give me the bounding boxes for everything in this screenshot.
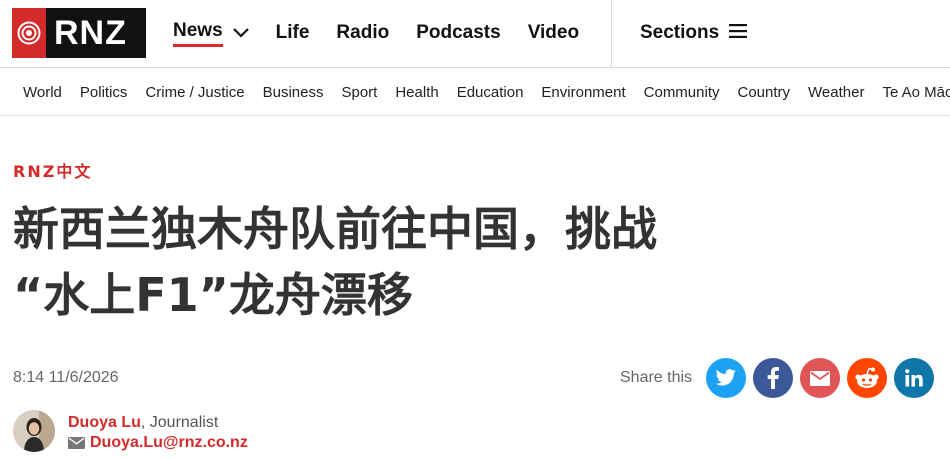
article-headline: 新西兰独木舟队前往中国，挑战 “水上F1”龙舟漂移: [13, 196, 913, 328]
headline-line-1: 新西兰独木舟队前往中国，挑战: [13, 202, 657, 256]
sections-label: Sections: [640, 22, 720, 43]
sub-nav: World Politics Crime / Justice Business …: [0, 69, 950, 116]
subnav-item-health[interactable]: Health: [395, 84, 438, 101]
subnav-item-environment[interactable]: Environment: [541, 84, 625, 101]
hamburger-icon: [729, 22, 748, 44]
subnav-item-country[interactable]: Country: [738, 84, 791, 101]
reddit-icon: [855, 367, 879, 388]
author-role: , Journalist: [140, 414, 219, 431]
chevron-down-icon: [232, 22, 249, 44]
nav-item-podcasts[interactable]: Podcasts: [416, 22, 500, 44]
subnav-item-te-ao-maori[interactable]: Te Ao Māori: [882, 84, 950, 101]
subnav-item-world[interactable]: World: [23, 84, 62, 101]
subnav-item-politics[interactable]: Politics: [80, 84, 128, 101]
header-divider: [611, 0, 612, 68]
share-label: Share this: [620, 369, 693, 386]
nav-item-label: Life: [275, 22, 310, 43]
section-kicker[interactable]: RNZ中文: [13, 158, 92, 182]
linkedin-icon: [905, 369, 923, 387]
author-email-link[interactable]: Duoya.Lu@rnz.co.nz: [68, 434, 248, 452]
subnav-item-weather[interactable]: Weather: [808, 84, 864, 101]
email-icon: [810, 370, 830, 386]
share-facebook-button[interactable]: [753, 358, 793, 398]
facebook-icon: [767, 367, 779, 389]
author-avatar[interactable]: [13, 410, 55, 452]
subnav-item-sport[interactable]: Sport: [341, 84, 377, 101]
share-reddit-button[interactable]: [847, 358, 887, 398]
logo-text: RNZ: [54, 13, 127, 52]
headline-line-2: “水上F1”龙舟漂移: [13, 268, 413, 322]
nav-item-life[interactable]: Life: [276, 22, 310, 44]
nav-item-label: Podcasts: [416, 22, 501, 43]
site-header: RNZ News Life Radio Podcasts Video Secti…: [0, 0, 950, 68]
subnav-item-education[interactable]: Education: [457, 84, 524, 101]
nav-item-radio[interactable]: Radio: [336, 22, 389, 44]
author-email: Duoya.Lu@rnz.co.nz: [90, 434, 248, 451]
author-name[interactable]: Duoya Lu: [68, 414, 141, 431]
subnav-item-crime-justice[interactable]: Crime / Justice: [145, 84, 244, 101]
nav-item-video[interactable]: Video: [528, 22, 579, 44]
nav-item-label: Radio: [336, 22, 390, 43]
sections-menu-button[interactable]: Sections: [640, 0, 748, 66]
article-timestamp: 8:14 11/6/2026: [13, 369, 119, 386]
twitter-icon: [715, 369, 736, 386]
nav-item-label: News: [173, 20, 223, 47]
main-nav: News Life Radio Podcasts Video: [173, 0, 606, 66]
share-linkedin-button[interactable]: [894, 358, 934, 398]
radio-waves-icon: [12, 8, 46, 58]
share-email-button[interactable]: [800, 358, 840, 398]
rnz-logo[interactable]: RNZ: [12, 8, 146, 58]
share-twitter-button[interactable]: [706, 358, 746, 398]
envelope-icon: [68, 437, 85, 449]
author-byline: Duoya Lu, Journalist: [68, 414, 218, 432]
nav-item-news[interactable]: News: [173, 20, 249, 47]
subnav-item-business[interactable]: Business: [263, 84, 324, 101]
subnav-item-community[interactable]: Community: [644, 84, 720, 101]
nav-item-label: Video: [527, 22, 580, 43]
